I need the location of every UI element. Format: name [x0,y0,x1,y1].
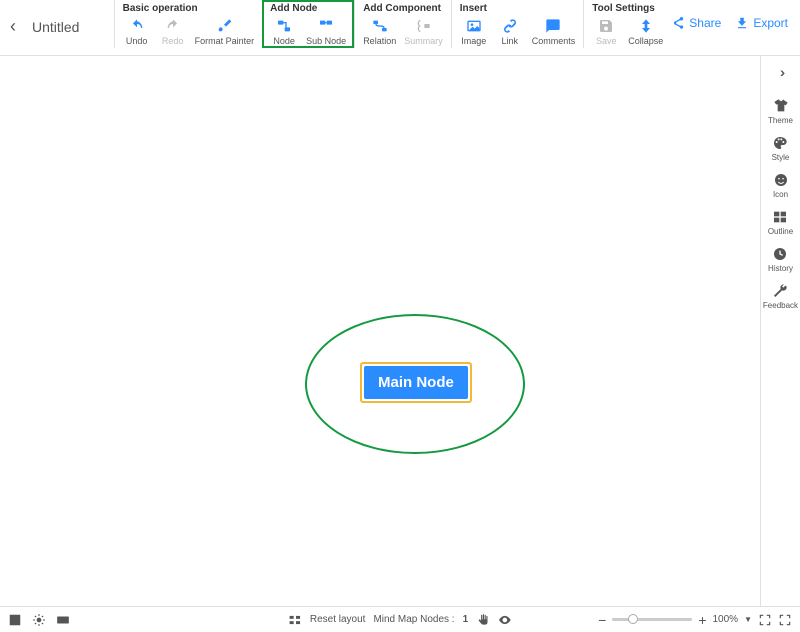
hand-icon[interactable] [476,613,490,627]
redo-icon [165,18,181,34]
sidebar-collapse-icon[interactable]: ›› [780,64,781,80]
collapse-button[interactable]: Collapse [628,18,663,46]
undo-icon [129,18,145,34]
title-area: ‹ Untitled [0,0,114,37]
shirt-icon [773,98,789,114]
export-button[interactable]: Export [735,16,788,30]
image-icon [466,18,482,34]
sidebar-history[interactable]: History [768,246,793,273]
sub-node-icon [318,18,334,34]
bottom-bar: Reset layout Mind Map Nodes : 1 − + 100%… [0,606,800,632]
zoom-in-button[interactable]: + [698,612,706,628]
image-button[interactable]: Image [460,18,488,46]
link-button[interactable]: Link [496,18,524,46]
node-icon [276,18,292,34]
outline-icon [772,209,788,225]
layout-icon[interactable] [8,613,22,627]
undo-button[interactable]: Undo [123,18,151,46]
comments-button[interactable]: Comments [532,18,576,46]
share-button[interactable]: Share [671,16,721,30]
nodes-count: 1 [463,614,469,625]
zoom-out-button[interactable]: − [598,612,606,628]
group-title: Add Node [270,3,346,14]
node-button[interactable]: Node [270,18,298,46]
right-actions: Share Export [671,0,800,30]
group-add-component: Add Component Relation Summary [354,0,451,48]
link-icon [502,18,518,34]
sidebar-theme[interactable]: Theme [768,98,793,125]
group-title: Insert [460,3,576,14]
palette-icon [772,135,788,151]
format-painter-button[interactable]: Format Painter [195,18,255,46]
smile-icon [773,172,789,188]
collapse-icon [638,18,654,34]
relation-button[interactable]: Relation [363,18,396,46]
summary-button[interactable]: Summary [404,18,443,46]
comments-icon [545,18,561,34]
group-title: Basic operation [123,3,255,14]
group-basic-operation: Basic operation Undo Redo Format Painter [114,0,263,48]
back-icon[interactable]: ‹ [10,16,16,37]
group-add-node: Add Node Node Sub Node [262,0,354,48]
keyboard-icon[interactable] [56,613,70,627]
group-title: Add Component [363,3,443,14]
fit-icon[interactable] [758,613,772,627]
zoom-dropdown-icon[interactable]: ▼ [744,615,752,624]
reset-layout-icon[interactable] [288,613,302,627]
reset-layout-label[interactable]: Reset layout [310,614,366,625]
bottom-right-zoom: − + 100% ▼ [598,612,792,628]
export-icon [735,16,749,30]
sidebar-outline[interactable]: Outline [768,209,793,236]
zoom-slider[interactable] [612,618,692,621]
sidebar-feedback[interactable]: Feedback [763,283,798,310]
share-icon [671,16,685,30]
fullscreen-icon[interactable] [778,613,792,627]
sub-node-button[interactable]: Sub Node [306,18,346,46]
group-insert: Insert Image Link Comments [451,0,584,48]
sidebar-icon[interactable]: Icon [773,172,789,199]
bottom-left-tools [8,613,70,627]
sidebar-style[interactable]: Style [772,135,790,162]
nodes-label: Mind Map Nodes : [373,614,454,625]
main-node-label: Main Node [364,366,468,399]
zoom-value: 100% [713,614,739,625]
group-title: Tool Settings [592,3,663,14]
group-tool-settings: Tool Settings Save Collapse [583,0,671,48]
canvas[interactable]: Main Node [0,56,760,606]
document-title[interactable]: Untitled [32,19,79,35]
clock-icon [772,246,788,262]
relation-icon [372,18,388,34]
save-button[interactable]: Save [592,18,620,46]
save-icon [598,18,614,34]
top-toolbar: ‹ Untitled Basic operation Undo Redo For… [0,0,800,56]
redo-button[interactable]: Redo [159,18,187,46]
brightness-icon[interactable] [32,613,46,627]
brush-icon [216,18,232,34]
summary-icon [415,18,431,34]
wrench-icon [772,283,788,299]
eye-icon[interactable] [498,613,512,627]
right-sidebar: ›› Theme Style Icon Outline History Feed… [760,56,800,606]
toolbar-groups: Basic operation Undo Redo Format Painter… [114,0,672,48]
main-node[interactable]: Main Node [360,362,472,403]
bottom-center: Reset layout Mind Map Nodes : 1 [288,613,512,627]
